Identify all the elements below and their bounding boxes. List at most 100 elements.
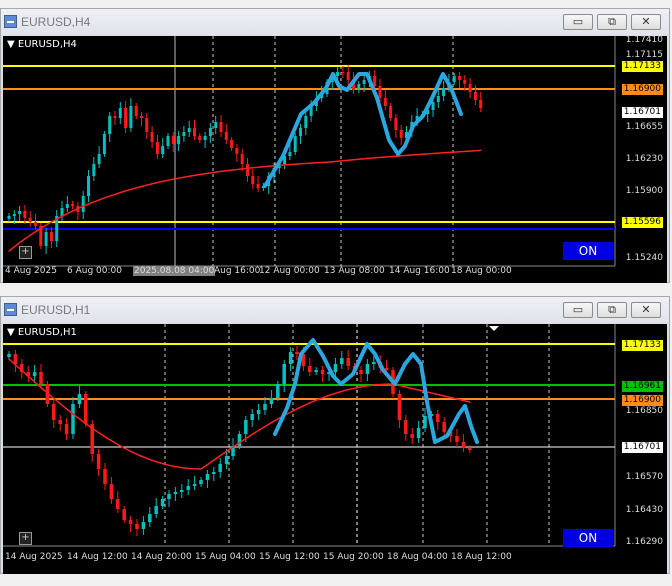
candle — [49, 232, 53, 241]
symbol-label: ▼ EURUSD,H1 — [7, 327, 77, 338]
candle — [320, 370, 325, 374]
candle — [256, 184, 260, 188]
candle — [145, 118, 149, 132]
candle — [166, 136, 170, 146]
time-tick: 14 Aug 20:00 — [131, 552, 192, 562]
chart-window-icon — [4, 303, 17, 316]
candle — [160, 499, 165, 506]
close-button[interactable]: ✕ — [631, 14, 661, 30]
candle — [34, 222, 37, 226]
candle — [436, 414, 440, 422]
candle — [205, 474, 210, 480]
restore-button[interactable]: ⧉ — [597, 302, 627, 318]
candle — [32, 372, 37, 376]
candle — [23, 211, 27, 218]
shift-marker-icon — [489, 326, 499, 331]
candle — [96, 454, 101, 469]
price-chart-h1[interactable]: ▼ EURUSD,H1 + ON 1.16850 1.16570 1.16430… — [3, 324, 667, 574]
price-chart-h4[interactable]: ▼ EURUSD,H4 + ON 1.17410 1.17115 1.16655… — [3, 36, 667, 283]
candle — [135, 524, 139, 529]
candle — [442, 422, 446, 432]
candle — [455, 436, 459, 442]
candle — [199, 480, 203, 484]
candle — [118, 108, 122, 118]
candle — [52, 404, 56, 420]
candle — [463, 80, 467, 84]
candle — [336, 72, 340, 76]
candle — [246, 164, 249, 176]
time-tick: 15 Aug 04:00 — [195, 552, 256, 562]
moving-average — [8, 149, 482, 252]
candle — [203, 136, 207, 140]
chart-window-h4[interactable]: EURUSD,H4 ▭ ⧉ ✕ ▼ EURUSD,H4 + ON 1.17410… — [0, 8, 670, 283]
candle — [442, 88, 446, 96]
candle — [212, 472, 216, 474]
candle — [122, 509, 126, 520]
time-tick: Aug 16:00 — [214, 266, 261, 276]
price-tick: 1.17115 — [625, 50, 663, 60]
candle — [365, 364, 370, 374]
candle — [187, 128, 191, 132]
candle — [140, 116, 143, 118]
candle — [383, 98, 387, 106]
on-button[interactable]: ON — [563, 529, 613, 547]
candle — [182, 132, 186, 136]
candle — [65, 204, 69, 208]
candle — [431, 102, 435, 110]
price-label-orange: 1.16900 — [621, 395, 663, 406]
candle — [60, 208, 64, 216]
candle — [129, 106, 133, 128]
minimize-button[interactable]: ▭ — [563, 302, 593, 318]
on-button[interactable]: ON — [563, 242, 613, 260]
price-label-orange: 1.16900 — [621, 84, 663, 95]
minimize-button[interactable]: ▭ — [563, 14, 593, 30]
candle — [362, 80, 366, 84]
candle — [186, 486, 190, 490]
price-label-support: 1.15596 — [621, 217, 663, 228]
time-tick: 18 Aug 12:00 — [451, 552, 512, 562]
candle — [293, 136, 297, 152]
candle — [141, 522, 146, 529]
candle — [399, 130, 403, 138]
candle — [103, 469, 107, 484]
price-label-yellow: 1.17133 — [621, 61, 663, 72]
candle — [256, 410, 261, 414]
candle — [171, 136, 175, 144]
time-tick: 18 Aug 00:00 — [451, 266, 512, 276]
symbol-text: EURUSD,H4 — [17, 39, 77, 50]
time-tick: 13 Aug 08:00 — [324, 266, 385, 276]
plus-icon[interactable]: + — [19, 532, 32, 545]
candle — [224, 456, 229, 464]
window-title: EURUSD,H4 — [21, 15, 91, 29]
title-bar[interactable]: EURUSD,H4 ▭ ⧉ ✕ — [1, 9, 669, 35]
candle — [102, 134, 106, 154]
price-tick: 1.17410 — [625, 36, 663, 45]
candle — [269, 398, 274, 404]
candle — [224, 132, 228, 140]
candle — [77, 394, 82, 404]
chart-window-h1[interactable]: EURUSD,H1 ▭ ⧉ ✕ ▼ EURUSD,H1 + ON 1.16850… — [0, 296, 670, 574]
price-label-current: 1.16701 — [621, 107, 663, 118]
candle — [468, 84, 472, 92]
candle — [71, 204, 75, 206]
price-tick: 1.16850 — [625, 406, 663, 416]
candle — [64, 424, 69, 434]
candle — [155, 142, 159, 154]
candle — [180, 490, 184, 492]
candle — [276, 384, 280, 398]
time-tick: 18 Aug 04:00 — [387, 552, 448, 562]
candle — [461, 442, 466, 448]
candle — [128, 520, 133, 524]
close-button[interactable]: ✕ — [631, 302, 661, 318]
time-tick: 6 Aug 00:00 — [67, 266, 122, 276]
candle — [295, 352, 299, 354]
title-bar[interactable]: EURUSD,H1 ▭ ⧉ ✕ — [1, 297, 669, 323]
candle — [167, 494, 171, 499]
restore-button[interactable]: ⧉ — [597, 14, 627, 30]
candle — [389, 106, 393, 118]
candle — [13, 354, 18, 364]
candle — [394, 118, 398, 130]
candle — [58, 420, 62, 424]
plus-icon[interactable]: + — [19, 246, 32, 259]
candle — [84, 394, 88, 424]
